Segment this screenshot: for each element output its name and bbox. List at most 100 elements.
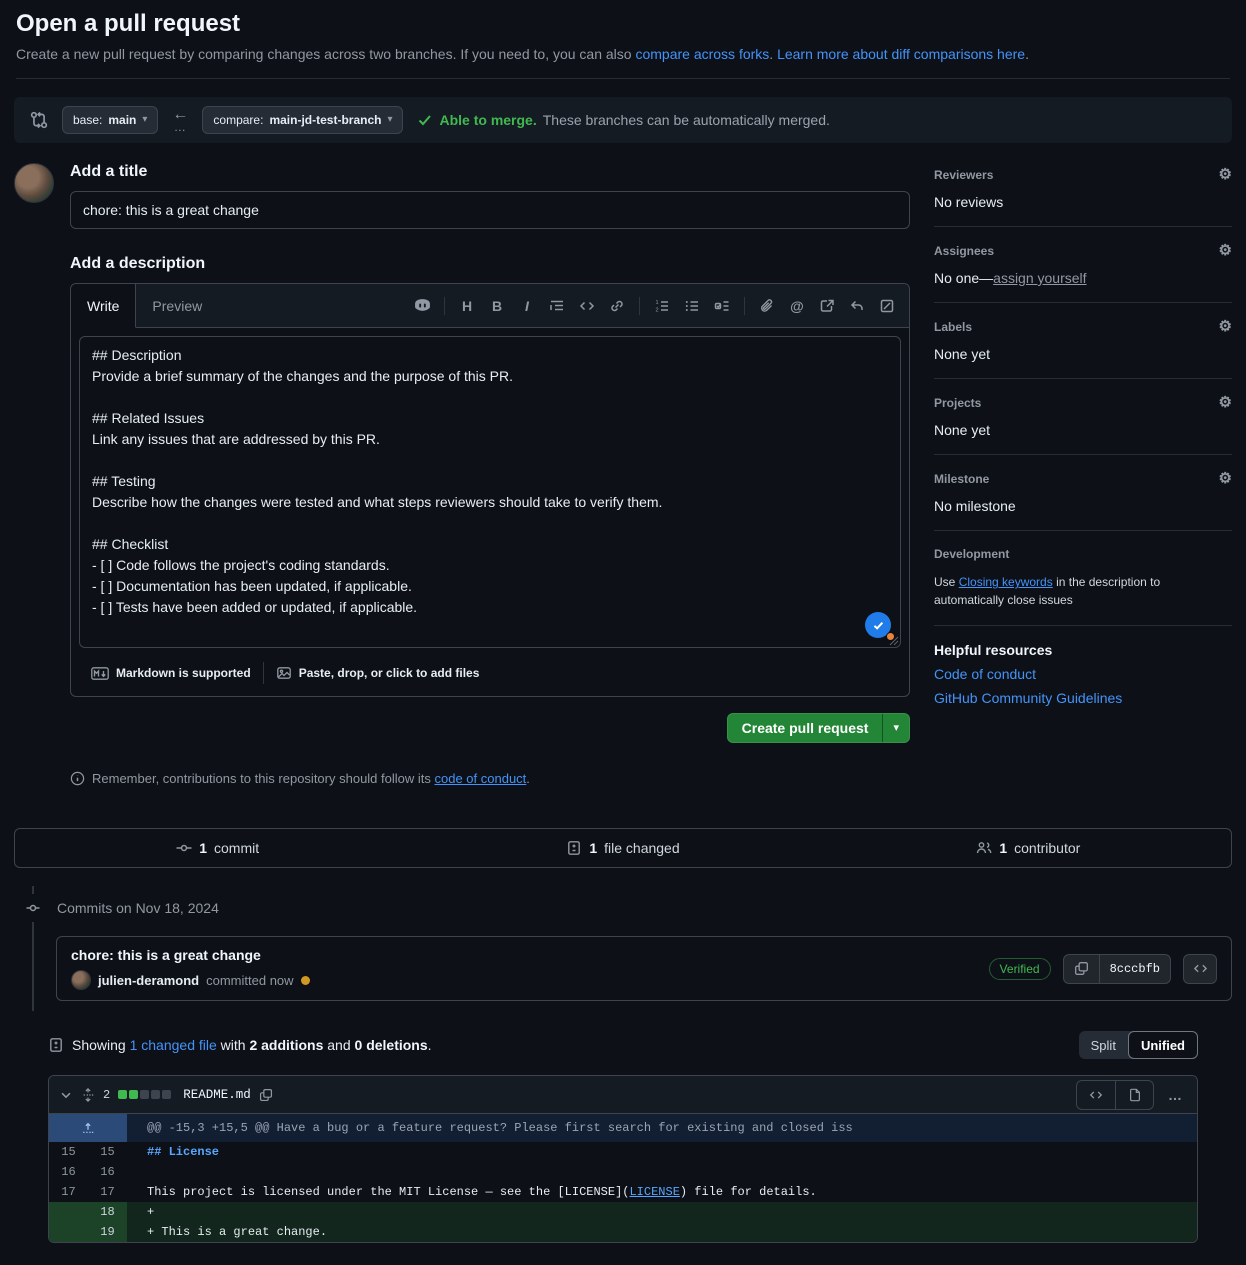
compare-across-forks-link[interactable]: compare across forks xyxy=(635,46,769,62)
diff-comparisons-link[interactable]: Learn more about diff comparisons here xyxy=(777,46,1025,62)
split-view-button[interactable]: Split xyxy=(1079,1031,1128,1059)
unfold-icon[interactable] xyxy=(81,1088,95,1102)
sidebar-section-projects: Projects ⚙ None yet xyxy=(934,395,1232,455)
diff-view-buttons xyxy=(1076,1080,1154,1110)
description-heading: Add a description xyxy=(70,255,910,273)
expand-up-button[interactable] xyxy=(49,1114,127,1142)
bold-icon[interactable]: B xyxy=(483,292,511,320)
files-changed-section: Showing 1 changed file with 2 additions … xyxy=(48,1031,1198,1243)
rich-file-view-button[interactable] xyxy=(1115,1081,1153,1109)
commits-stat[interactable]: 1commit xyxy=(15,840,420,856)
branch-compare-bar: base:main ▾ ← … compare:main-jd-test-bra… xyxy=(14,97,1232,143)
diff-file-header: 2 README.md … xyxy=(49,1076,1197,1114)
conduct-note: Remember, contributions to this reposito… xyxy=(70,771,910,786)
verified-badge[interactable]: Verified xyxy=(989,958,1051,980)
community-guidelines-link[interactable]: GitHub Community Guidelines xyxy=(934,690,1232,706)
page-subtitle: Create a new pull request by comparing c… xyxy=(16,46,1230,79)
code-of-conduct-link[interactable]: code of conduct xyxy=(435,771,527,786)
saved-replies-icon[interactable] xyxy=(873,292,901,320)
gear-icon[interactable]: ⚙ xyxy=(1219,395,1232,410)
copy-icon xyxy=(1074,961,1089,976)
commits-section: Commits on Nov 18, 2024 chore: this is a… xyxy=(14,894,1232,1011)
files-changed-stat[interactable]: 1file changed xyxy=(420,840,825,856)
tab-write[interactable]: Write xyxy=(71,284,136,328)
resize-handle[interactable] xyxy=(888,635,899,646)
diff-stat-squares xyxy=(118,1090,171,1099)
contributors-stat[interactable]: 1contributor xyxy=(826,840,1231,856)
cross-reference-icon[interactable] xyxy=(813,292,841,320)
attach-file-icon[interactable] xyxy=(753,292,781,320)
base-branch-selector[interactable]: base:main ▾ xyxy=(62,106,158,134)
browse-code-button[interactable] xyxy=(1183,954,1217,984)
file-diff-icon xyxy=(48,1037,64,1053)
commit-status-dot[interactable] xyxy=(301,976,310,985)
chevron-down-icon[interactable] xyxy=(59,1088,73,1102)
copy-icon[interactable] xyxy=(259,1088,273,1102)
create-pr-button-group: Create pull request ▾ xyxy=(727,713,910,743)
info-icon xyxy=(70,771,85,786)
sidebar-section-development: Development Use Closing keywords in the … xyxy=(934,547,1232,626)
toolbar-divider xyxy=(444,297,445,315)
sidebar-section-reviewers: Reviewers ⚙ No reviews xyxy=(934,167,1232,227)
closing-keywords-link[interactable]: Closing keywords xyxy=(959,575,1053,589)
check-icon xyxy=(417,112,433,128)
copilot-icon[interactable] xyxy=(408,292,436,320)
pr-title-input[interactable] xyxy=(70,191,910,229)
page-title: Open a pull request xyxy=(16,10,1230,38)
compare-branch-selector[interactable]: compare:main-jd-test-branch ▾ xyxy=(202,106,403,134)
commit-author-link[interactable]: julien-deramond xyxy=(98,973,199,988)
heading-icon[interactable]: H xyxy=(453,292,481,320)
svg-text:1: 1 xyxy=(656,300,659,306)
chevron-down-icon: ▾ xyxy=(142,115,147,125)
markdown-icon xyxy=(91,667,109,680)
code-icon[interactable] xyxy=(573,292,601,320)
commit-sha-group: 8cccbfb xyxy=(1063,954,1171,984)
unified-view-button[interactable]: Unified xyxy=(1128,1031,1198,1059)
gear-icon[interactable]: ⚙ xyxy=(1219,243,1232,258)
diff-line: 16 16 xyxy=(49,1162,1197,1182)
commit-sha-link[interactable]: 8cccbfb xyxy=(1099,955,1170,983)
diff-filename[interactable]: README.md xyxy=(183,1088,251,1102)
svg-text:2: 2 xyxy=(656,307,659,313)
reply-icon[interactable] xyxy=(843,292,871,320)
subtitle-text: Create a new pull request by comparing c… xyxy=(16,46,635,62)
create-pr-button[interactable]: Create pull request xyxy=(728,714,883,742)
diff-body: @@ -15,3 +15,5 @@ Have a bug or a featur… xyxy=(49,1114,1197,1242)
numbered-list-icon[interactable]: 12 xyxy=(648,292,676,320)
sidebar-section-labels: Labels ⚙ None yet xyxy=(934,319,1232,379)
italic-icon[interactable]: I xyxy=(513,292,541,320)
task-list-icon[interactable] xyxy=(708,292,736,320)
changed-file-link[interactable]: 1 changed file xyxy=(130,1037,217,1053)
gear-icon[interactable]: ⚙ xyxy=(1219,319,1232,334)
commit-title-link[interactable]: chore: this is a great change xyxy=(71,947,977,963)
source-view-button[interactable] xyxy=(1077,1081,1115,1109)
changes-count: 2 xyxy=(103,1088,110,1102)
compare-direction: ← … xyxy=(172,107,188,133)
gear-icon[interactable]: ⚙ xyxy=(1219,471,1232,486)
create-pr-dropdown[interactable]: ▾ xyxy=(882,714,909,742)
paste-drop-files[interactable]: Paste, drop, or click to add files xyxy=(264,665,492,681)
sidebar-section-helpful-resources: Helpful resources Code of conduct GitHub… xyxy=(934,642,1232,706)
bullet-list-icon[interactable] xyxy=(678,292,706,320)
markdown-supported[interactable]: Markdown is supported xyxy=(79,666,263,680)
tab-preview[interactable]: Preview xyxy=(136,284,218,327)
kebab-menu-icon[interactable]: … xyxy=(1164,1087,1187,1103)
diff-view-toggle: Split Unified xyxy=(1079,1031,1198,1059)
file-diff-icon xyxy=(566,840,582,856)
pr-description-textarea[interactable]: ## Description Provide a brief summary o… xyxy=(79,336,901,648)
commit-icon xyxy=(176,840,192,856)
link-icon[interactable] xyxy=(603,292,631,320)
copy-sha-button[interactable] xyxy=(1064,955,1099,983)
mention-icon[interactable]: @ xyxy=(783,292,811,320)
toolbar-divider xyxy=(744,297,745,315)
editor-footer: Markdown is supported Paste, drop, or cl… xyxy=(71,656,909,696)
code-of-conduct-resource-link[interactable]: Code of conduct xyxy=(934,666,1232,682)
toolbar-divider xyxy=(639,297,640,315)
assign-yourself-link[interactable]: assign yourself xyxy=(993,270,1086,286)
license-link[interactable]: LICENSE xyxy=(629,1185,679,1199)
hunk-header: @@ -15,3 +15,5 @@ Have a bug or a featur… xyxy=(127,1114,1197,1142)
commit-row: chore: this is a great change julien-der… xyxy=(56,936,1232,1001)
gear-icon[interactable]: ⚙ xyxy=(1219,167,1232,182)
diff-card: 2 README.md … xyxy=(48,1075,1198,1243)
quote-icon[interactable] xyxy=(543,292,571,320)
